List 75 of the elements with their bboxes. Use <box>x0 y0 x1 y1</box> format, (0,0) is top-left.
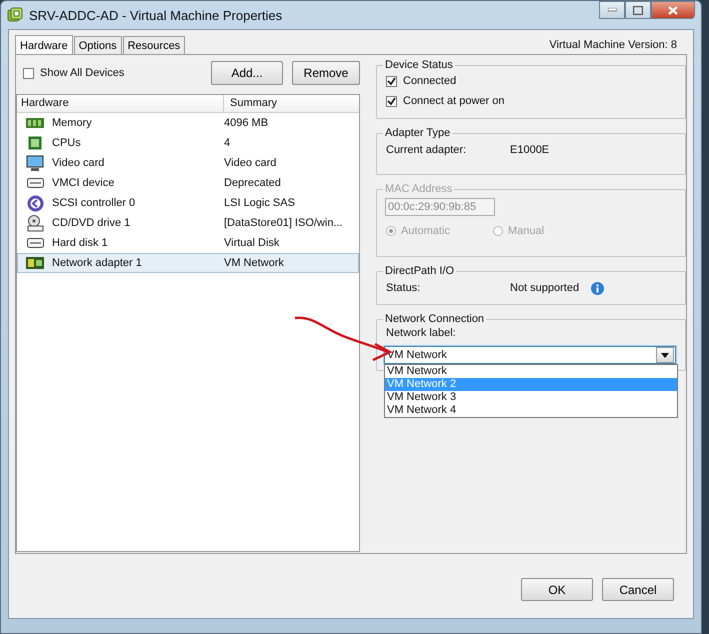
group-title: MAC Address <box>384 183 454 195</box>
checkbox[interactable] <box>23 68 34 78</box>
table-cell-text: VMCI device <box>52 177 116 189</box>
caret-icon <box>661 352 669 358</box>
table-cell-text: 4096 MB <box>223 117 268 129</box>
field-value: E1000E <box>510 144 550 156</box>
table-cell-text: SCSI controller 0 <box>52 197 136 209</box>
table-cell-text: Deprecated <box>223 177 281 189</box>
check-icon <box>387 76 396 86</box>
disc-drive-icon <box>26 214 44 232</box>
dropdown-option[interactable]: VM Network 3 <box>385 391 677 404</box>
minimize-icon <box>608 8 616 12</box>
table-cell-text: Memory <box>52 117 93 129</box>
checkbox[interactable] <box>386 96 397 106</box>
tab[interactable]: Hardware <box>15 35 73 55</box>
group-title: Device Status <box>384 59 454 71</box>
checkbox[interactable] <box>386 76 397 86</box>
cancel-button[interactable]: Cancel <box>602 578 674 601</box>
table-row[interactable]: SCSI controller 0 LSI Logic SAS <box>17 193 359 213</box>
table-cell-text: 4 <box>223 137 230 149</box>
add-button[interactable]: Add... <box>211 61 283 85</box>
table-cell-text: CD/DVD drive 1 <box>52 217 132 229</box>
radio-label: Automatic <box>401 225 450 237</box>
table-row[interactable]: Video card Video card <box>17 153 359 173</box>
dropdown-option[interactable]: VM Network 4 <box>385 404 677 417</box>
remove-button[interactable]: Remove <box>292 61 360 85</box>
table-cell-text: VM Network <box>223 257 284 269</box>
table-row[interactable]: Network adapter 1 VM Network <box>17 253 359 273</box>
maximize-icon <box>633 6 643 14</box>
monitor-icon <box>26 154 44 172</box>
tab[interactable]: Resources <box>122 36 186 54</box>
table-cell-text: LSI Logic SAS <box>223 197 295 209</box>
radio-label: Manual <box>508 225 544 237</box>
close-button[interactable] <box>651 1 695 19</box>
memory-icon <box>26 117 44 129</box>
checkbox-label: Show All Devices <box>40 67 124 79</box>
table-row[interactable]: CD/DVD drive 1 [DataStore01] ISO/win... <box>17 213 359 233</box>
table-cell-text: Hard disk 1 <box>52 237 109 249</box>
info-icon[interactable] <box>591 282 604 294</box>
ok-button[interactable]: OK <box>521 578 593 601</box>
dropdown-option[interactable]: VM Network <box>385 365 677 378</box>
group-title: Adapter Type <box>384 127 452 139</box>
field-label: Status: <box>386 282 422 294</box>
window-title: SRV-ADDC-AD - Virtual Machine Properties <box>29 8 282 22</box>
table-cell-text: Network adapter 1 <box>52 257 143 269</box>
group-title: Network Connection <box>384 313 486 325</box>
minimize-button[interactable] <box>599 1 625 19</box>
version-label: Virtual Machine Version: 8 <box>549 39 677 53</box>
drive-icon <box>26 238 44 248</box>
field-label: Current adapter: <box>386 144 468 156</box>
checkbox-label: Connected <box>403 75 456 87</box>
logo-icon <box>7 7 23 23</box>
drive-icon <box>26 178 44 188</box>
column-header[interactable]: Hardware <box>17 95 224 112</box>
table-row[interactable]: VMCI device Deprecated <box>17 173 359 193</box>
maximize-button[interactable] <box>625 1 651 19</box>
table-row[interactable]: CPUs 4 <box>17 133 359 153</box>
table-cell-text: CPUs <box>52 137 82 149</box>
group-title: DirectPath I/O <box>384 265 456 277</box>
table-cell-text: [DataStore01] ISO/win... <box>223 217 343 229</box>
checkbox-label: Connect at power on <box>403 95 505 107</box>
close-icon <box>668 6 678 14</box>
tab[interactable]: Options <box>74 36 122 54</box>
network-card-icon <box>26 257 44 269</box>
table-row[interactable]: Memory 4096 MB <box>17 113 359 133</box>
arrow-circle-icon <box>26 194 44 212</box>
table-row[interactable]: Hard disk 1 Virtual Disk <box>17 233 359 253</box>
table-cell-text: Video card <box>223 157 276 169</box>
field-value: Not supported <box>510 282 580 294</box>
table-cell-text: Virtual Disk <box>223 237 280 249</box>
chip-icon <box>28 136 42 150</box>
column-header[interactable]: Summary <box>224 95 359 112</box>
field-label: Network label: <box>386 327 457 341</box>
check-icon <box>387 96 396 106</box>
table-cell-text: Video card <box>52 157 106 169</box>
